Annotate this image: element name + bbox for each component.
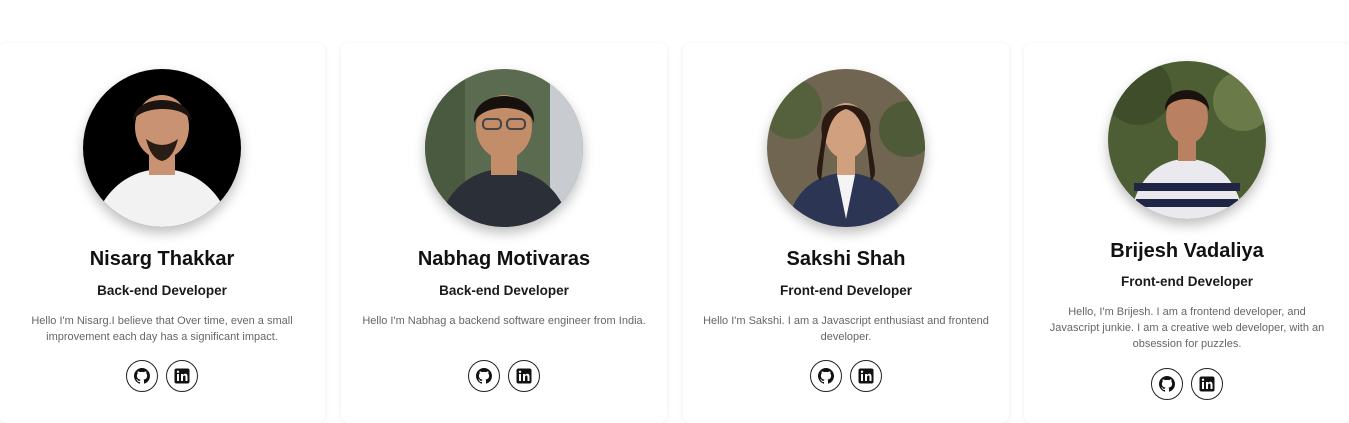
linkedin-button[interactable] — [166, 360, 198, 392]
member-role: Back-end Developer — [439, 283, 569, 298]
social-links — [683, 360, 1009, 392]
member-name: Nisarg Thakkar — [89, 248, 235, 270]
linkedin-icon — [174, 368, 190, 384]
linkedin-button[interactable] — [850, 360, 882, 392]
avatar — [1108, 61, 1266, 219]
github-button[interactable] — [1151, 368, 1183, 400]
linkedin-button[interactable] — [508, 360, 540, 392]
member-bio: Hello I'm Nabhag a backend software engi… — [362, 315, 646, 327]
linkedin-icon — [858, 368, 874, 384]
avatar — [83, 69, 241, 227]
member-name: Brijesh Vadaliya — [1110, 240, 1264, 262]
member-bio: Hello I'm Sakshi. I am a Javascript enth… — [703, 315, 989, 343]
member-bio: Hello, I'm Brijesh. I am a frontend deve… — [1049, 306, 1325, 350]
member-role: Back-end Developer — [97, 283, 227, 298]
github-icon — [476, 368, 492, 384]
social-links — [0, 360, 325, 392]
github-button[interactable] — [468, 360, 500, 392]
member-name: Nabhag Motivaras — [417, 248, 591, 270]
github-icon — [818, 368, 834, 384]
member-bio: Hello I'm Nisarg.I believe that Over tim… — [31, 315, 293, 343]
github-icon — [1159, 376, 1175, 392]
social-links — [1024, 368, 1349, 400]
github-button[interactable] — [810, 360, 842, 392]
team-card: Nabhag Motivaras Back-end Developer Hell… — [341, 43, 667, 423]
member-role: Front-end Developer — [1120, 274, 1253, 289]
team-card: Brijesh Vadaliya Front-end Developer Hel… — [1024, 43, 1349, 423]
team-card: Nisarg Thakkar Back-end Developer Hello … — [0, 43, 325, 423]
linkedin-icon — [516, 368, 532, 384]
avatar — [767, 69, 925, 227]
github-icon — [134, 368, 150, 384]
team-section: Nisarg Thakkar Back-end Developer Hello … — [0, 43, 1349, 423]
member-role: Front-end Developer — [779, 283, 912, 298]
linkedin-button[interactable] — [1191, 368, 1223, 400]
linkedin-icon — [1199, 376, 1215, 392]
github-button[interactable] — [126, 360, 158, 392]
team-card: Sakshi Shah Front-end Developer Hello I'… — [683, 43, 1009, 423]
avatar — [425, 69, 583, 227]
member-name: Sakshi Shah — [786, 248, 906, 270]
social-links — [341, 360, 667, 392]
